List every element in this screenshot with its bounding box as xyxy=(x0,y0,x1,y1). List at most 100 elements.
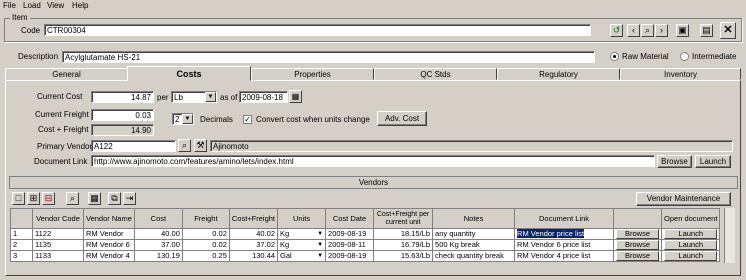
vendor-maintenance-button[interactable]: Vendor Maintenance xyxy=(636,192,731,206)
browse-button[interactable]: Browse xyxy=(657,155,692,168)
document-link-cell[interactable]: RM Vendor price list xyxy=(514,228,615,240)
vendor-code-cell[interactable]: 1133 xyxy=(32,250,84,262)
menu-load[interactable]: Load xyxy=(23,1,41,10)
adv-cost-button[interactable]: Adv. Cost xyxy=(377,111,427,126)
close-icon[interactable]: ✕ xyxy=(720,22,736,39)
launch-button[interactable]: Launch xyxy=(664,240,718,250)
cost-date-cell[interactable]: 2009-08-19 xyxy=(325,228,375,240)
decimals-select[interactable]: 2 ▼ xyxy=(172,113,194,125)
launch-button[interactable]: Launch xyxy=(664,251,718,261)
new-row-icon[interactable]: □ xyxy=(12,192,25,205)
units-cell[interactable]: Gal ▼ xyxy=(277,250,327,262)
cost-freight-cell: 40.02 xyxy=(228,228,279,240)
document-link-cell[interactable]: RM Vendor 4 price list xyxy=(514,250,615,262)
cost-cell[interactable]: 130.19 xyxy=(133,250,183,262)
menu-file[interactable]: File xyxy=(3,1,16,10)
current-cost-field[interactable]: 14.87 xyxy=(91,91,154,103)
convert-checkbox[interactable]: ✓ xyxy=(243,115,252,124)
as-of-date-field[interactable]: 2009-08-18 xyxy=(239,91,288,103)
units-cell[interactable]: Kg ▼ xyxy=(277,228,327,240)
per-label: per xyxy=(157,93,169,102)
chevron-down-icon[interactable]: ▼ xyxy=(182,114,193,124)
notes-cell[interactable]: 500 Kg break xyxy=(432,239,516,251)
document-link-cell[interactable]: RM Vendor 6 price list xyxy=(514,239,615,251)
col-header[interactable]: Freight xyxy=(181,208,230,229)
vendor-name-cell[interactable]: RM Vendor 6 xyxy=(83,239,135,251)
save-icon[interactable]: ▣ xyxy=(676,24,689,37)
freight-cell[interactable]: 0.02 xyxy=(181,228,230,240)
export-icon[interactable]: ⇥ xyxy=(123,192,136,205)
table-row[interactable]: 3 1133 RM Vendor 4 130.19 0.25 130.44 Ga… xyxy=(10,250,721,262)
menu-view[interactable]: View xyxy=(47,1,64,10)
browse-button[interactable]: Browse xyxy=(616,240,660,250)
cost-date-cell[interactable]: 2009-08-11 xyxy=(325,239,375,251)
document-link-field[interactable]: http://www.ajinomoto.com/features/amino/… xyxy=(91,155,655,167)
col-header[interactable]: Document Link xyxy=(514,208,615,229)
tab-properties[interactable]: Properties xyxy=(251,68,374,80)
tab-costs[interactable]: Costs xyxy=(127,66,251,81)
find-icon[interactable]: ⌕ xyxy=(66,192,79,205)
cost-cell[interactable]: 40.00 xyxy=(133,228,183,240)
cost-date-cell[interactable]: 2009-08-19 xyxy=(325,250,375,262)
calendar-icon[interactable]: ▦ xyxy=(289,90,302,103)
primary-vendor-field[interactable]: A122 xyxy=(91,140,176,152)
notes-cell[interactable]: check quantity break xyxy=(432,250,516,262)
vendor-code-cell[interactable]: 1135 xyxy=(32,239,84,251)
vendor-name-cell[interactable]: RM Vendor xyxy=(83,228,135,240)
col-header[interactable]: Vendor Name xyxy=(83,208,135,229)
description-field[interactable]: Acylglutamate HS-21 xyxy=(62,51,595,63)
chevron-down-icon[interactable]: ▼ xyxy=(205,92,216,102)
previous-icon[interactable]: ‹ xyxy=(627,24,640,37)
col-header[interactable]: Cost Date xyxy=(325,208,375,229)
wrench-icon[interactable]: ⚒ xyxy=(194,139,207,152)
current-freight-field[interactable]: 0.03 xyxy=(91,109,154,121)
col-header[interactable]: Cost+Freight per current unit xyxy=(373,208,434,229)
raw-material-radio[interactable] xyxy=(610,52,619,61)
notes-cell[interactable]: any quantity xyxy=(432,228,516,240)
col-header[interactable]: Cost+Freight xyxy=(228,208,279,229)
tab-inventory[interactable]: Inventory xyxy=(620,68,741,80)
calculator-icon[interactable]: ▤ xyxy=(700,24,713,37)
browse-button[interactable]: Browse xyxy=(616,229,660,239)
table-row[interactable]: 2 1135 RM Vendor 6 37.00 0.02 37.02 Kg ▼ … xyxy=(10,239,721,251)
units-cell[interactable]: Kg ▼ xyxy=(277,239,327,251)
vendor-name-cell[interactable]: RM Vendor 4 xyxy=(83,250,135,262)
per-unit-select[interactable]: Lb ▼ xyxy=(171,91,217,103)
tab-general[interactable]: General xyxy=(5,68,128,80)
col-header[interactable]: Notes xyxy=(432,208,516,229)
vendor-code-cell[interactable]: 1122 xyxy=(32,228,84,240)
chevron-down-icon[interactable]: ▼ xyxy=(317,240,323,250)
browse-button[interactable]: Browse xyxy=(616,251,660,261)
insert-row-icon[interactable]: ⊞ xyxy=(27,192,40,205)
browse-cell: Browse xyxy=(613,250,663,262)
col-header[interactable]: Units xyxy=(277,208,327,229)
cost-cell[interactable]: 37.00 xyxy=(133,239,183,251)
search-icon[interactable]: ⌕ xyxy=(178,139,191,152)
menu-help[interactable]: Help xyxy=(72,1,88,10)
freight-cell[interactable]: 0.25 xyxy=(181,250,230,262)
col-header[interactable]: Open document xyxy=(661,208,721,229)
col-header[interactable]: Vendor Code xyxy=(32,208,84,229)
tab-qc-stds[interactable]: QC Stds xyxy=(374,68,497,80)
freight-cell[interactable]: 0.02 xyxy=(181,239,230,251)
col-header[interactable]: Cost xyxy=(133,208,183,229)
search-icon[interactable]: ⌕ xyxy=(641,24,654,37)
delete-row-icon[interactable]: ⊟ xyxy=(42,192,55,205)
grid-icon[interactable]: ▦ xyxy=(88,192,101,205)
code-field[interactable]: CTR00304 xyxy=(44,24,591,36)
chevron-down-icon[interactable]: ▼ xyxy=(317,229,323,239)
chevron-down-icon[interactable]: ▼ xyxy=(317,251,323,261)
launch-button[interactable]: Launch xyxy=(664,229,718,239)
undo-icon[interactable]: ↺ xyxy=(610,24,623,37)
tab-regulatory[interactable]: Regulatory xyxy=(497,68,620,80)
next-icon[interactable]: › xyxy=(655,24,668,37)
vendors-header: Vendors xyxy=(9,176,738,189)
grid-scrollbar[interactable] xyxy=(724,208,735,263)
units-value: Kg xyxy=(280,240,290,249)
copy-icon[interactable]: ⧉ xyxy=(108,192,121,205)
launch-button[interactable]: Launch xyxy=(695,155,731,168)
per-unit-cell: 16.79/Lb xyxy=(373,239,434,251)
col-header xyxy=(613,208,663,229)
intermediate-radio[interactable] xyxy=(680,52,689,61)
table-row[interactable]: 1 1122 RM Vendor 40.00 0.02 40.02 Kg ▼ 20… xyxy=(10,228,721,240)
